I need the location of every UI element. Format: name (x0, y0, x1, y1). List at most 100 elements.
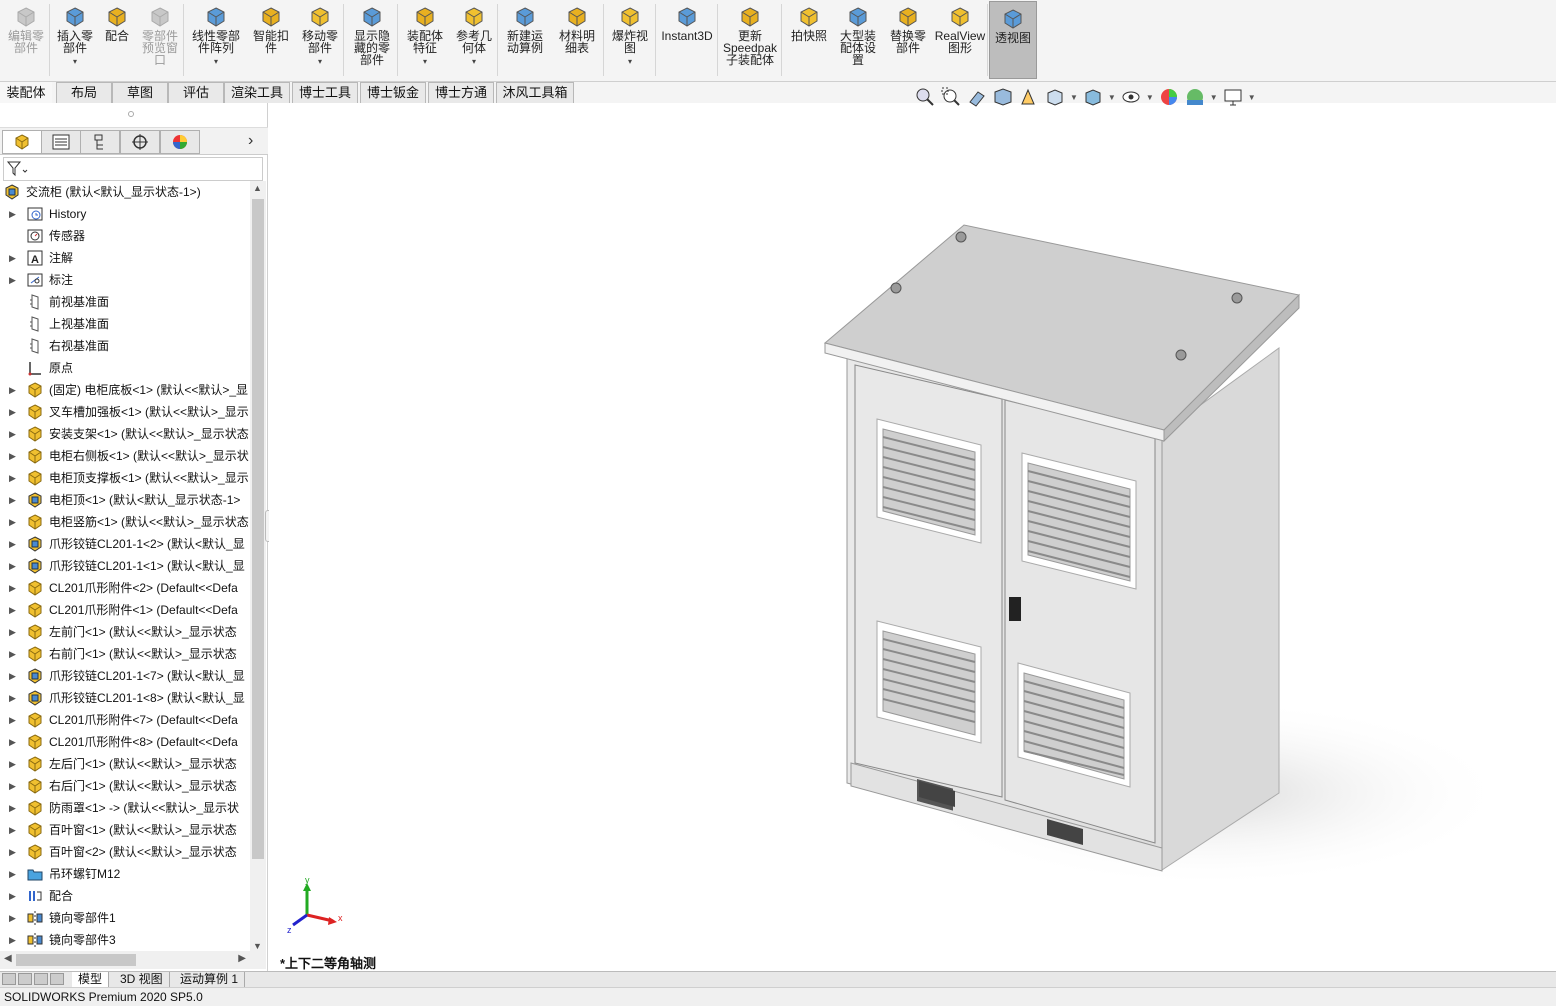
hscroll-thumb[interactable] (16, 954, 136, 966)
tree-root[interactable]: 交流柜 (默认<默认_显示状态-1>) (0, 181, 250, 203)
tree-item[interactable]: ▶ 镜向零部件3 (0, 929, 250, 951)
expand-arrow-icon[interactable]: ▶ (9, 709, 16, 731)
tree-item[interactable]: ▶ 配合 (0, 885, 250, 907)
expand-arrow-icon[interactable]: ▶ (9, 203, 16, 225)
scroll-up-icon[interactable]: ▲ (253, 183, 262, 193)
dynamic-annotation-icon[interactable] (1018, 86, 1040, 108)
edit-appearance-icon[interactable] (1158, 86, 1180, 108)
tree-item[interactable]: ▶ CL201爪形附件<1> (Default<<Defa (0, 599, 250, 621)
expand-arrow-icon[interactable]: ▶ (9, 819, 16, 841)
dropdown-arrow-icon[interactable]: ▾ (73, 56, 77, 68)
expand-arrow-icon[interactable]: ▶ (9, 467, 16, 489)
tree-vertical-scrollbar[interactable]: ▲ ▼ (250, 181, 266, 953)
tree-item[interactable]: ▶ A 注解 (0, 247, 250, 269)
tree-item[interactable]: ▶ CL201爪形附件<8> (Default<<Defa (0, 731, 250, 753)
expand-arrow-icon[interactable]: ▶ (9, 269, 16, 291)
dropdown-arrow-icon[interactable]: ▾ (423, 56, 427, 68)
tree-item[interactable]: ▶ (固定) 电柜底板<1> (默认<<默认>_显 (0, 379, 250, 401)
tree-item[interactable]: ▶ 镜向零部件1 (0, 907, 250, 929)
new-motion-study-button[interactable]: 新建运 动算例 (500, 0, 550, 80)
tree-item[interactable]: ▶ CL201爪形附件<2> (Default<<Defa (0, 577, 250, 599)
tab-nav-buttons[interactable] (2, 973, 68, 986)
edit-component-button[interactable]: 编辑零 部件 (2, 0, 50, 80)
tree-item[interactable]: ▶ 百叶窗<1> (默认<<默认>_显示状态 (0, 819, 250, 841)
tree-item[interactable]: ▶ 左后门<1> (默认<<默认>_显示状态 (0, 753, 250, 775)
panel-expand-arrow-icon[interactable]: › (248, 132, 253, 150)
exploded-view-button[interactable]: 爆炸视 图 ▾ (606, 0, 654, 80)
expand-arrow-icon[interactable]: ▶ (9, 885, 16, 907)
display-style-icon[interactable] (1082, 86, 1104, 108)
scroll-left-icon[interactable]: ◀ (4, 953, 12, 964)
dropdown-arrow-icon[interactable]: ▾ (318, 56, 322, 68)
cabinet-model-3d[interactable] (269, 103, 1556, 971)
show-hidden-button[interactable]: 显示隐 藏的零 部件 (346, 0, 398, 80)
expand-arrow-icon[interactable]: ▶ (9, 687, 16, 709)
tab-motion-study[interactable]: 运动算例 1 (174, 972, 246, 987)
tab-4[interactable]: 渲染工具 (224, 82, 290, 103)
dropdown-arrow-icon[interactable]: ▾ (472, 56, 476, 68)
previous-view-icon[interactable] (966, 86, 988, 108)
expand-arrow-icon[interactable]: ▶ (9, 621, 16, 643)
tab-dimxpert[interactable] (120, 130, 160, 154)
tab-8[interactable]: 沐风工具箱 (496, 82, 574, 103)
graphics-area[interactable]: y x z (269, 103, 1556, 971)
tab-0[interactable]: 装配体 (0, 82, 52, 103)
tree-item[interactable]: ▶ 电柜竖筋<1> (默认<<默认>_显示状态 (0, 511, 250, 533)
linear-pattern-button[interactable]: 线性零部 件阵列 ▾ (186, 0, 246, 80)
view-settings-dropdown-icon[interactable]: ▼ (1248, 93, 1256, 102)
first-tab-icon[interactable] (2, 973, 16, 985)
tree-filter[interactable] (3, 157, 263, 181)
tree-item[interactable]: 原点 (0, 357, 250, 379)
dropdown-arrow-icon[interactable]: ▾ (628, 56, 632, 68)
tree-item[interactable]: ▶ 标注 (0, 269, 250, 291)
next-tab-icon[interactable] (34, 973, 48, 985)
tab-5[interactable]: 博士工具 (292, 82, 358, 103)
tab-3[interactable]: 评估 (168, 82, 224, 103)
expand-arrow-icon[interactable]: ▶ (9, 247, 16, 269)
expand-arrow-icon[interactable]: ▶ (9, 929, 16, 951)
expand-arrow-icon[interactable]: ▶ (9, 753, 16, 775)
expand-arrow-icon[interactable]: ▶ (9, 797, 16, 819)
prev-tab-icon[interactable] (18, 973, 32, 985)
assembly-features-button[interactable]: 装配体 特征 ▾ (400, 0, 450, 80)
apply-scene-icon[interactable] (1184, 86, 1206, 108)
dropdown-arrow-icon[interactable]: ▾ (214, 56, 218, 68)
realview-button[interactable]: RealView 图形 (934, 0, 986, 80)
perspective-button[interactable]: 透视图 (989, 1, 1037, 79)
expand-arrow-icon[interactable]: ▶ (9, 841, 16, 863)
tree-item[interactable]: ▶ History (0, 203, 250, 225)
expand-arrow-icon[interactable]: ▶ (9, 907, 16, 929)
tab-propertymanager[interactable] (41, 130, 81, 154)
hide-show-items-icon[interactable] (1120, 86, 1142, 108)
hide-show-dropdown-icon[interactable]: ▼ (1146, 93, 1154, 102)
tree-item[interactable]: ▶ 防雨罩<1> -> (默认<<默认>_显示状 (0, 797, 250, 819)
expand-arrow-icon[interactable]: ▶ (9, 445, 16, 467)
tab-featuremanager[interactable] (2, 130, 42, 154)
expand-arrow-icon[interactable]: ▶ (9, 423, 16, 445)
expand-arrow-icon[interactable]: ▶ (9, 577, 16, 599)
scroll-right-icon[interactable]: ▶ (238, 953, 246, 964)
tree-item[interactable]: ▶ 左前门<1> (默认<<默认>_显示状态 (0, 621, 250, 643)
tab-1[interactable]: 布局 (56, 82, 112, 103)
apply-scene-dropdown-icon[interactable]: ▼ (1210, 93, 1218, 102)
tree-item[interactable]: ▶ 百叶窗<2> (默认<<默认>_显示状态 (0, 841, 250, 863)
zoom-to-fit-icon[interactable] (914, 86, 936, 108)
component-preview-button[interactable]: 零部件 预览窗 口 (136, 0, 184, 80)
view-settings-icon[interactable] (1222, 86, 1244, 108)
bom-button[interactable]: 材料明 细表 (552, 0, 602, 80)
tree-item[interactable]: ▶ 爪形铰链CL201-1<8> (默认<默认_显 (0, 687, 250, 709)
last-tab-icon[interactable] (50, 973, 64, 985)
tree-item[interactable]: ▶ 电柜顶支撑板<1> (默认<<默认>_显示 (0, 467, 250, 489)
tree-horizontal-scrollbar[interactable]: ◀ ▶ (0, 951, 266, 969)
tab-6[interactable]: 博士钣金 (360, 82, 426, 103)
view-orientation-dropdown-icon[interactable]: ▼ (1070, 93, 1078, 102)
tree-item[interactable]: 右视基准面 (0, 335, 250, 357)
tree-item[interactable]: ▶ 吊环螺钉M12 (0, 863, 250, 885)
tree-item[interactable]: ▶ 电柜右侧板<1> (默认<<默认>_显示状 (0, 445, 250, 467)
expand-arrow-icon[interactable]: ▶ (9, 511, 16, 533)
insert-component-button[interactable]: 插入零 部件 ▾ (52, 0, 98, 80)
expand-arrow-icon[interactable]: ▶ (9, 533, 16, 555)
tab-displaymanager[interactable] (160, 130, 200, 154)
expand-arrow-icon[interactable]: ▶ (9, 401, 16, 423)
expand-arrow-icon[interactable]: ▶ (9, 599, 16, 621)
